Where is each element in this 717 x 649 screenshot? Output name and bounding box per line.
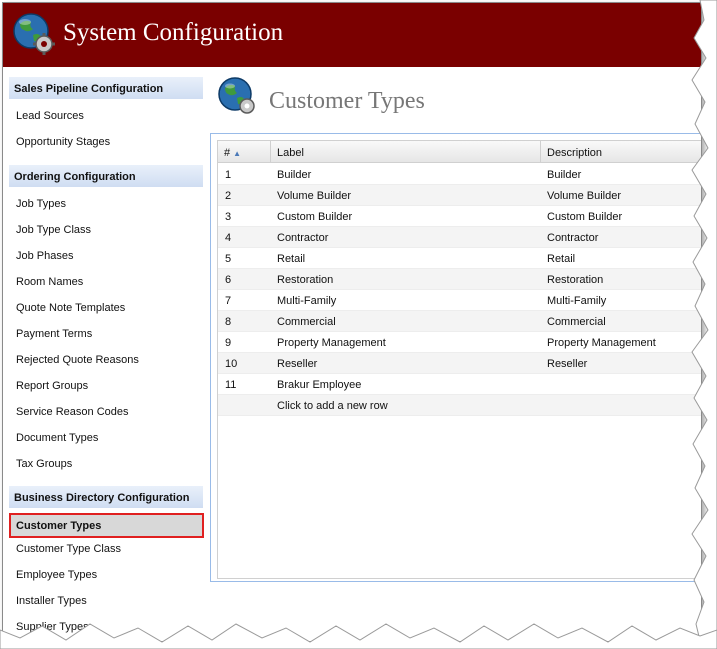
grid-header: # ▲ Label Description <box>218 141 701 163</box>
cell-label: Custom Builder <box>277 211 353 223</box>
cell-number: 1 <box>225 169 232 181</box>
customer-types-grid: # ▲ Label Description 1 Builder Builder 2 Vol… <box>217 140 701 579</box>
cell-number: 9 <box>225 337 232 349</box>
grid-panel: # ▲ Label Description 1 Builder Builder 2 Vol… <box>210 133 701 582</box>
main-content: Customer Types # ▲ Label Description 1 Bui… <box>209 67 701 641</box>
sidebar-item-rejected-quote-reasons[interactable]: Rejected Quote Reasons <box>16 354 139 366</box>
cell-label: Commercial <box>277 316 336 328</box>
sidebar-item-document-types[interactable]: Document Types <box>16 432 98 444</box>
cell-label: Builder <box>277 169 312 181</box>
globe-gear-icon <box>218 77 255 114</box>
cell-label: Volume Builder <box>277 190 351 202</box>
table-row[interactable]: 5 Retail Retail <box>218 248 701 269</box>
cell-description: Volume Builder <box>547 190 621 202</box>
column-header-label-col[interactable]: Label <box>271 141 541 163</box>
cell-label: Multi-Family <box>277 295 337 307</box>
sidebar-item-customer-types[interactable]: Customer Types <box>9 513 204 538</box>
section-header-business-directory: Business Directory Configuration <box>9 486 203 508</box>
sidebar-item-job-phases[interactable]: Job Phases <box>16 250 73 262</box>
table-row[interactable]: 2 Volume Builder Volume Builder <box>218 185 701 206</box>
table-row[interactable]: 1 Builder Builder <box>218 164 701 185</box>
section-header-ordering: Ordering Configuration <box>9 165 203 187</box>
cell-description: Restoration <box>547 274 604 286</box>
sidebar-item-payment-terms[interactable]: Payment Terms <box>16 328 92 340</box>
table-row[interactable]: 3 Custom Builder Custom Builder <box>218 206 701 227</box>
cell-description: Builder <box>547 169 582 181</box>
sidebar-item-service-reason-codes[interactable]: Service Reason Codes <box>16 406 129 418</box>
sidebar-item-supplier-types[interactable]: Supplier Types <box>16 621 89 633</box>
cell-number: 3 <box>225 211 232 223</box>
sidebar-item-installer-types[interactable]: Installer Types <box>16 595 87 607</box>
sidebar-item-employee-types[interactable]: Employee Types <box>16 569 97 581</box>
table-row[interactable]: 10 Reseller Reseller <box>218 353 701 374</box>
column-header-label: # <box>224 147 231 159</box>
cell-description: Retail <box>547 253 576 265</box>
sidebar-item-job-types[interactable]: Job Types <box>16 198 66 210</box>
cell-number: 7 <box>225 295 232 307</box>
sidebar-item-quote-note-templates[interactable]: Quote Note Templates <box>16 302 125 314</box>
table-row[interactable]: 11 Brakur Employee <box>218 374 701 395</box>
app-window: System Configuration Sales Pipeline Conf… <box>2 2 702 642</box>
cell-description: Custom Builder <box>547 211 623 223</box>
cell-description: Property Management <box>547 337 656 349</box>
page-title: Customer Types <box>269 88 425 114</box>
cell-label: Contractor <box>277 232 329 244</box>
cell-description: Contractor <box>547 232 599 244</box>
app-header: System Configuration <box>3 3 701 67</box>
cell-description: Multi-Family <box>547 295 607 307</box>
cell-number: 2 <box>225 190 232 202</box>
section-header-sales-pipeline: Sales Pipeline Configuration <box>9 77 203 99</box>
cell-description: Commercial <box>547 316 606 328</box>
sidebar-item-lead-sources[interactable]: Lead Sources <box>16 110 84 122</box>
cell-number: 8 <box>225 316 232 328</box>
app-title: System Configuration <box>63 19 284 46</box>
column-header-number[interactable]: # ▲ <box>218 141 271 163</box>
cell-label: Reseller <box>277 358 318 370</box>
cell-number: 11 <box>225 379 237 391</box>
table-row[interactable]: 9 Property Management Property Management <box>218 332 701 353</box>
cell-label: Restoration <box>277 274 334 286</box>
cell-description: Reseller <box>547 358 588 370</box>
sidebar-item-job-type-class[interactable]: Job Type Class <box>16 224 91 236</box>
table-row[interactable]: 7 Multi-Family Multi-Family <box>218 290 701 311</box>
cell-label: Property Management <box>277 337 386 349</box>
table-row[interactable]: 4 Contractor Contractor <box>218 227 701 248</box>
column-header-description[interactable]: Description <box>541 141 701 163</box>
table-row[interactable]: 6 Restoration Restoration <box>218 269 701 290</box>
add-row[interactable]: Click to add a new row <box>218 395 701 416</box>
sidebar-item-tax-groups[interactable]: Tax Groups <box>16 458 72 470</box>
sidebar-item-customer-type-class[interactable]: Customer Type Class <box>16 543 121 555</box>
cell-label: Brakur Employee <box>277 379 362 391</box>
cell-number: 5 <box>225 253 232 265</box>
sidebar-item-report-groups[interactable]: Report Groups <box>16 380 88 392</box>
sort-ascending-icon: ▲ <box>233 149 242 158</box>
sidebar-item-opportunity-stages[interactable]: Opportunity Stages <box>16 136 110 148</box>
globe-gear-icon <box>13 13 55 55</box>
cell-number: 6 <box>225 274 232 286</box>
cell-number: 4 <box>225 232 232 244</box>
sidebar-item-room-names[interactable]: Room Names <box>16 276 83 288</box>
table-row[interactable]: 8 Commercial Commercial <box>218 311 701 332</box>
cell-number: 10 <box>225 358 238 370</box>
cell-label: Retail <box>277 253 306 265</box>
sidebar: Sales Pipeline Configuration Lead Source… <box>3 67 209 641</box>
add-row-label: Click to add a new row <box>277 400 388 412</box>
